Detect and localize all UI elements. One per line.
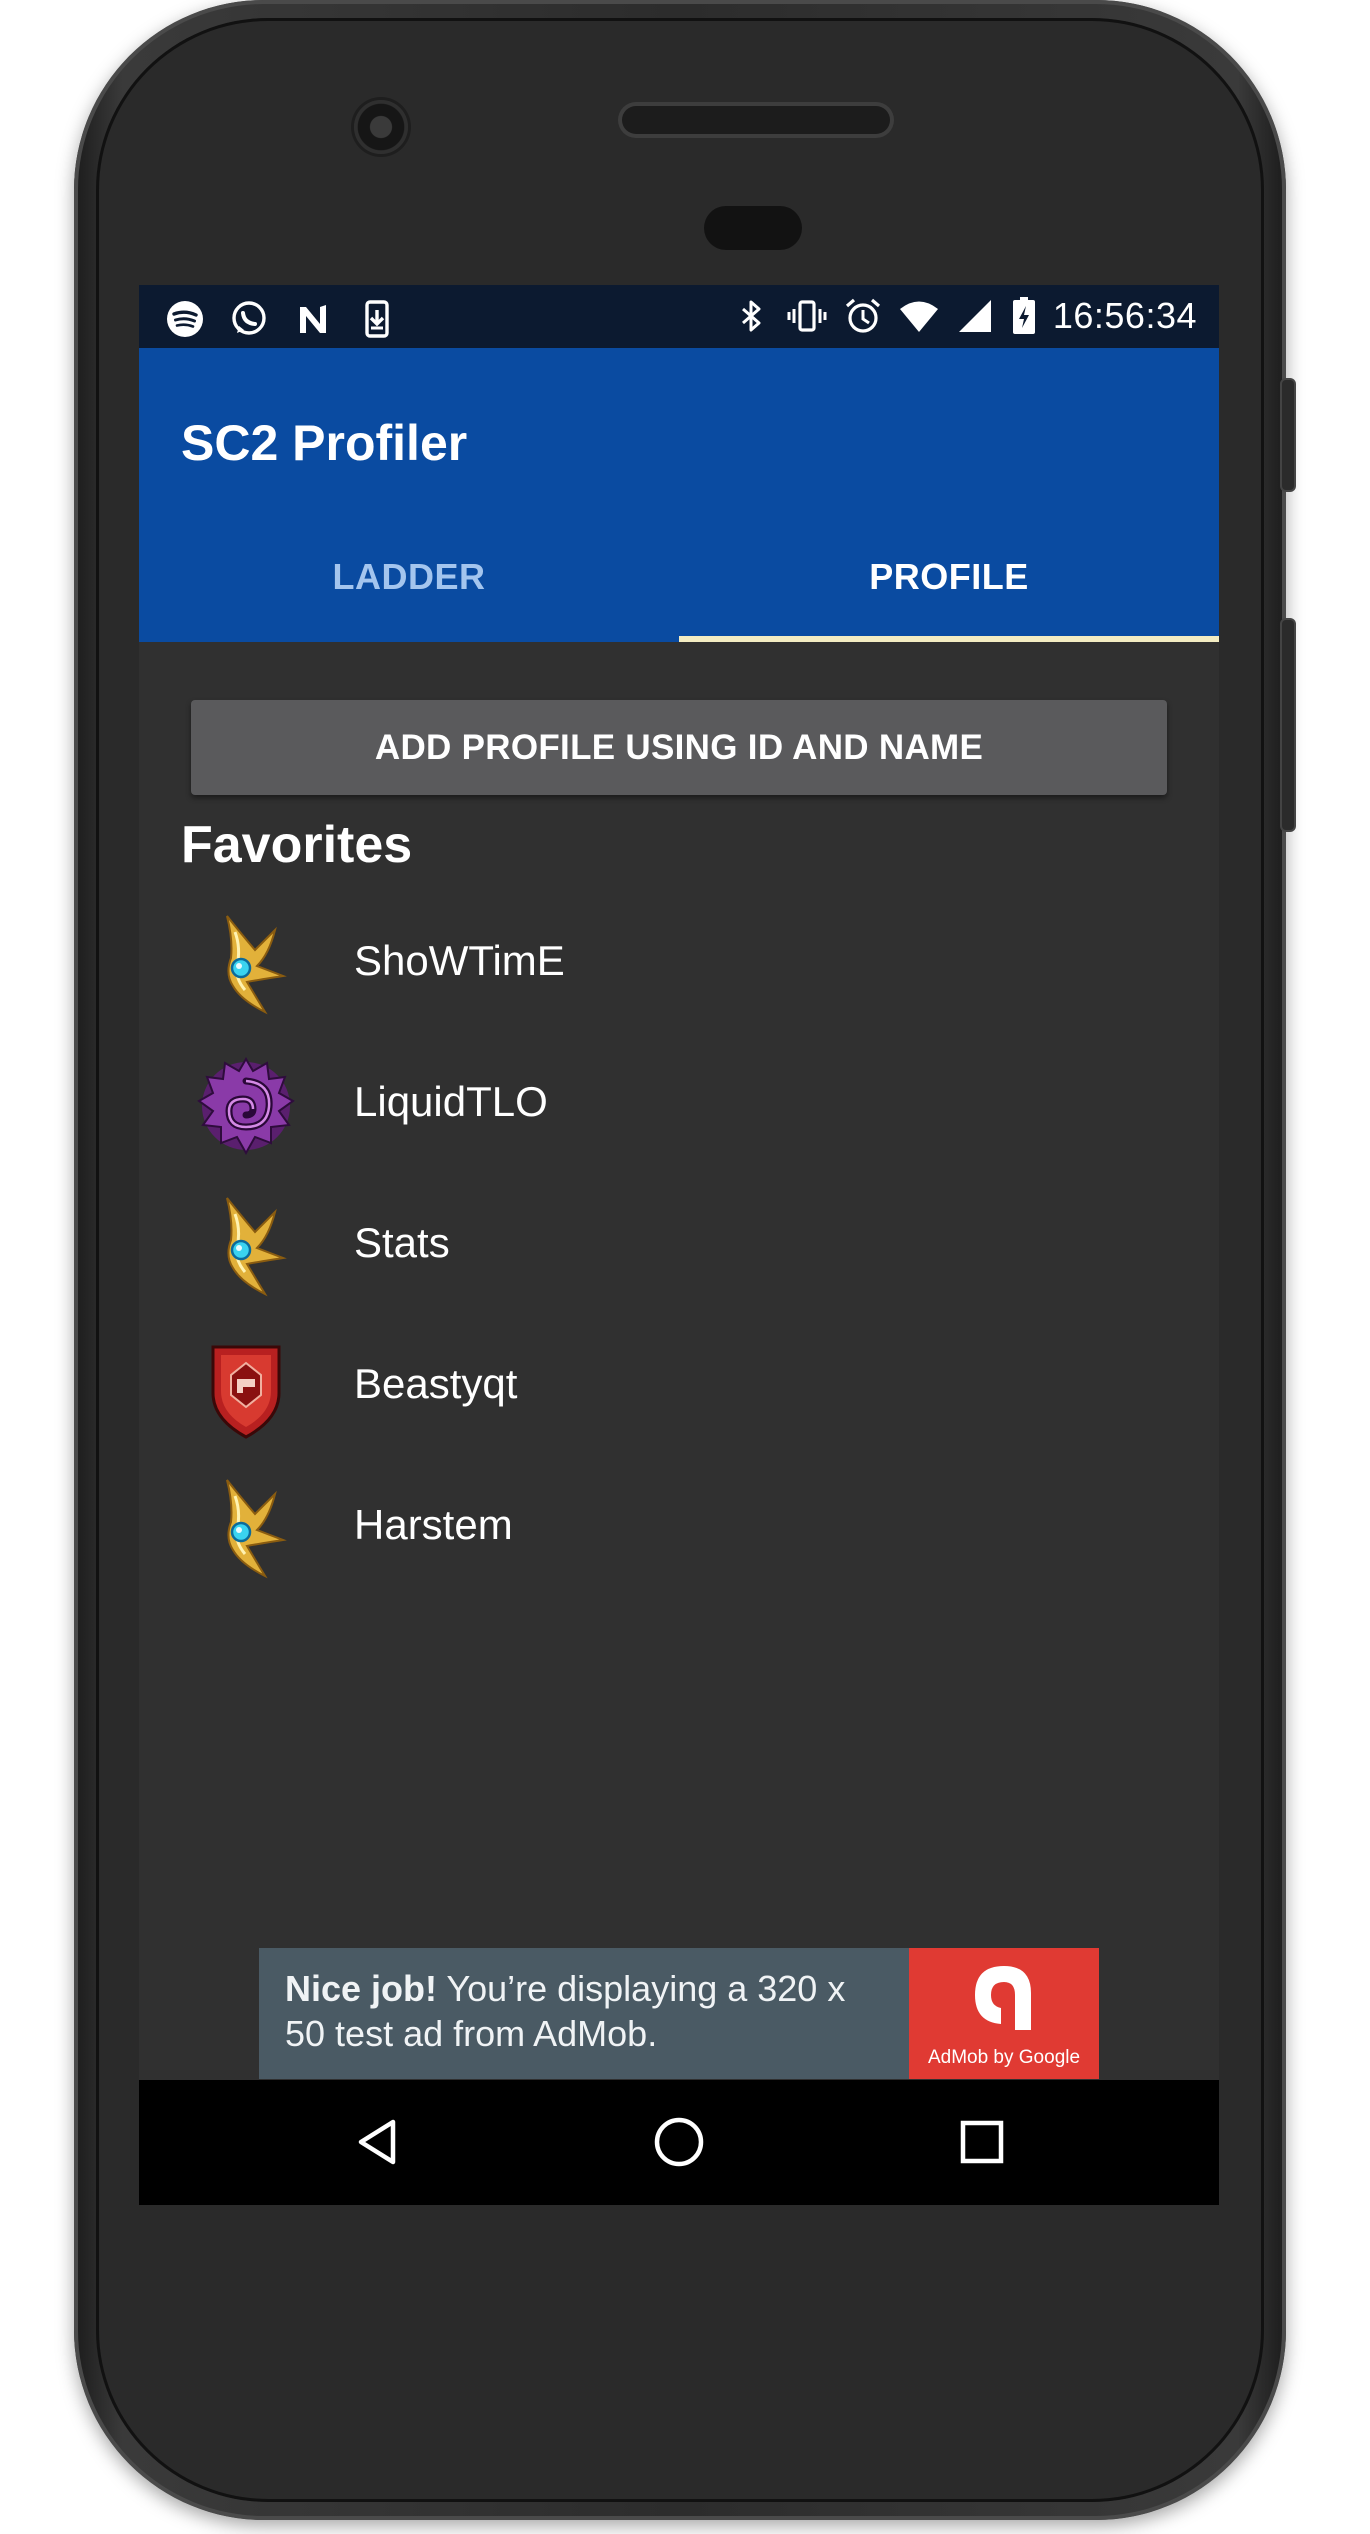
recents-icon[interactable] [952, 2112, 1012, 2172]
battery-charging-icon [1011, 296, 1037, 336]
download-icon [357, 299, 397, 339]
favorite-item[interactable]: Harstem [139, 1454, 1219, 1595]
favorite-item[interactable]: Stats [139, 1172, 1219, 1313]
home-icon[interactable] [649, 2112, 709, 2172]
tab-indicator [679, 636, 1219, 642]
volume-button [1282, 620, 1294, 830]
back-icon[interactable] [349, 2112, 409, 2172]
navigation-bar [139, 2080, 1219, 2205]
ad-bold-text: Nice job! [285, 1968, 438, 2009]
favorite-item[interactable]: ShoWTimE [139, 890, 1219, 1031]
app-bar: SC2 Profiler LADDER PROFILE [139, 348, 1219, 642]
n-app-icon [293, 299, 333, 339]
ad-text: Nice job! You’re displaying a 320 x 50 t… [285, 1966, 885, 2056]
earpiece-speaker [622, 106, 890, 134]
whatsapp-icon [229, 299, 269, 339]
favorites-heading: Favorites [181, 816, 413, 874]
front-camera [354, 100, 408, 154]
terran-icon [191, 1333, 301, 1443]
bluetooth-icon [731, 296, 771, 336]
protoss-icon [191, 910, 301, 1020]
favorite-name: ShoWTimE [354, 937, 565, 984]
wifi-icon [899, 296, 939, 336]
zerg-icon [191, 1051, 301, 1161]
tab-profile-label: PROFILE [869, 556, 1029, 597]
spotify-icon [165, 299, 205, 339]
favorites-list: ShoWTimE LiquidTLO Stats Beastyqt Harste… [139, 890, 1219, 1595]
protoss-icon [191, 1474, 301, 1584]
favorite-item[interactable]: Beastyqt [139, 1313, 1219, 1454]
admob-logo: AdMob by Google [909, 1948, 1099, 2079]
power-button [1282, 380, 1294, 490]
protoss-icon [191, 1192, 301, 1302]
tab-ladder[interactable]: LADDER [139, 514, 679, 640]
favorite-item[interactable]: LiquidTLO [139, 1031, 1219, 1172]
ad-banner[interactable]: Nice job! You’re displaying a 320 x 50 t… [259, 1948, 1099, 2079]
screen: 16:56:34 SC2 Profiler LADDER PROFILE ADD… [139, 285, 1219, 2205]
favorite-name: Harstem [354, 1501, 513, 1548]
admob-caption: AdMob by Google [927, 2047, 1081, 2068]
status-bar: 16:56:34 [139, 285, 1219, 348]
add-profile-button-label: ADD PROFILE USING ID AND NAME [374, 727, 984, 767]
favorite-name: Beastyqt [354, 1360, 518, 1407]
proximity-sensor [704, 206, 802, 250]
tab-ladder-label: LADDER [332, 556, 486, 597]
status-clock: 16:56:34 [1052, 295, 1197, 336]
signal-icon [955, 296, 995, 336]
add-profile-button[interactable]: ADD PROFILE USING ID AND NAME [191, 700, 1167, 795]
favorite-name: LiquidTLO [354, 1078, 548, 1125]
alarm-icon [843, 296, 883, 336]
favorite-name: Stats [354, 1219, 450, 1266]
app-title: SC2 Profiler [181, 415, 468, 471]
tab-profile[interactable]: PROFILE [679, 514, 1219, 640]
vibrate-icon [787, 296, 827, 336]
